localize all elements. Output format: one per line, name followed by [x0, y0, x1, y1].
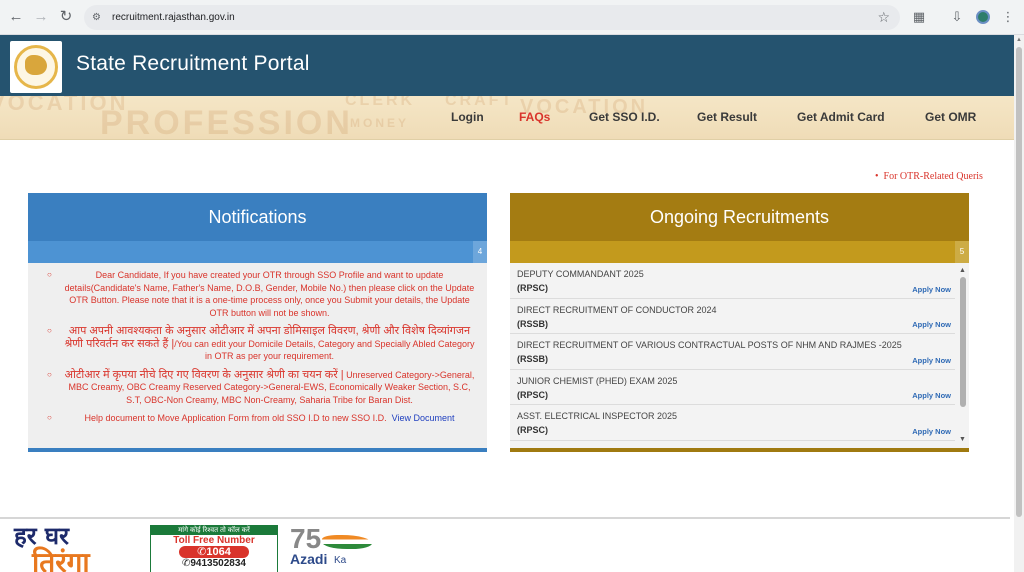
har-ghar-tiranga-banner[interactable]: हर घर तिरंगा [14, 523, 144, 572]
bullet-icon: • [875, 171, 884, 182]
phone-icon: ✆ [197, 546, 207, 558]
recruitment-row: ASST. ELECTRICAL INSPECTOR 2025 (RPSC) A… [510, 405, 955, 441]
notifications-count: 4 [473, 241, 487, 263]
recruitment-post: DEPUTY COMMANDANT 2025 [517, 269, 644, 279]
site-title: State Recruitment Portal [76, 52, 310, 75]
notification-item[interactable]: ○ Dear Candidate, If you have created yo… [44, 269, 477, 319]
page-scrollbar[interactable]: ▲ [1014, 35, 1024, 572]
address-bar[interactable]: ⚙ recruitment.rajasthan.gov.in ☆ [84, 5, 900, 30]
recruitments-list[interactable]: DEPUTY COMMANDANT 2025 (RPSC) Apply Now … [510, 263, 969, 445]
recruitments-subbar: 5 [510, 241, 969, 263]
extensions-icon[interactable]: ▦ [910, 8, 928, 26]
recruitment-org: (RPSC) [517, 283, 548, 293]
scroll-thumb[interactable] [960, 277, 966, 407]
recruitments-scrollbar[interactable]: ▲ ▼ [958, 267, 967, 443]
site-header: State Recruitment Portal [0, 35, 1014, 96]
recruitments-panel: Ongoing Recruitments 5 DEPUTY COMMANDANT… [510, 193, 969, 452]
menu-background-word: CLERK [345, 96, 416, 109]
recruitments-count: 5 [955, 241, 969, 263]
menu-item-get-admit-card[interactable]: Get Admit Card [797, 110, 885, 124]
azadi-ka-word: Ka [334, 555, 347, 566]
recruitment-org: (RPSC) [517, 425, 548, 435]
tollfree-number-text: 1064 [206, 546, 231, 558]
bullet-icon: ○ [47, 270, 52, 279]
notification-item[interactable]: ○ ओटीआर में कृपया नीचे दिए गए विवरण के अ… [44, 369, 477, 407]
menu-background-word: PROFESSION [100, 104, 353, 140]
footer-banners: हर घर तिरंगा मांगे कोई रिश्वत तो कॉल करे… [0, 517, 1010, 572]
browser-toolbar: ← → ↻ ⚙ recruitment.rajasthan.gov.in ☆ ▦… [0, 0, 1024, 35]
view-document-link[interactable]: View Document [392, 413, 455, 423]
scroll-up-icon[interactable]: ▲ [1016, 37, 1022, 43]
page-scroll-thumb[interactable] [1016, 47, 1022, 517]
menu-item-get-omr[interactable]: Get OMR [925, 110, 976, 124]
recruitment-row: DIRECT RECRUITMENT OF VARIOUS CONTRACTUA… [510, 334, 955, 370]
tollfree-phone: ✆9413502834 [151, 558, 277, 570]
bullet-icon: ○ [47, 369, 52, 379]
notifications-list: ○ Dear Candidate, If you have created yo… [28, 263, 487, 425]
tricolor-flag-icon [322, 535, 372, 549]
site-info-icon[interactable]: ⚙ [92, 11, 105, 24]
download-icon[interactable]: ⇩ [948, 8, 966, 26]
notification-text[interactable]: Help document to Move Application Form f… [84, 413, 386, 423]
url-text[interactable]: recruitment.rajasthan.gov.in [112, 5, 235, 30]
rajasthan-logo[interactable] [10, 41, 62, 93]
bullet-icon: ○ [47, 413, 52, 422]
scroll-up-icon[interactable]: ▲ [959, 267, 966, 274]
tiranga-line2: तिरंगा [32, 546, 90, 572]
back-arrow-icon[interactable]: ← [6, 7, 26, 27]
menu-item-faqs[interactable]: FAQs [519, 110, 550, 124]
notifications-panel: Notifications 4 ○ Dear Candidate, If you… [28, 193, 487, 452]
notification-item[interactable]: ○ Help document to Move Application Form… [44, 412, 477, 425]
bookmark-star-icon[interactable]: ☆ [877, 5, 890, 30]
scroll-down-icon[interactable]: ▼ [959, 436, 966, 443]
anti-corruption-banner[interactable]: मांगे कोई रिश्वत तो कॉल करें Toll Free N… [150, 525, 278, 572]
tollfree-top-text: मांगे कोई रिश्वत तो कॉल करें [151, 526, 277, 535]
recruitment-org: (RSSB) [517, 318, 548, 329]
menu-background-word: CRAFT [445, 96, 515, 109]
azadi-word: Azadi [290, 551, 328, 567]
tollfree-label: Toll Free Number [173, 535, 255, 546]
main-menu: VOCATION PROFESSION CLERK MONEY CRAFT VO… [0, 96, 1014, 140]
reload-icon[interactable]: ↻ [56, 7, 76, 27]
menu-kebab-icon[interactable]: ⋮ [999, 8, 1017, 26]
rajasthan-map-icon [25, 55, 47, 75]
notification-text[interactable]: /You can edit your Domicile Details, Cat… [174, 339, 474, 362]
menu-item-get-sso-id[interactable]: Get SSO I.D. [589, 110, 660, 124]
tollfree-number: ✆1064 [179, 546, 249, 558]
recruitment-post: DIRECT RECRUITMENT OF VARIOUS CONTRACTUA… [517, 340, 902, 350]
web-page: State Recruitment Portal VOCATION PROFES… [0, 35, 1014, 572]
recruitment-row: DEPUTY COMMANDANT 2025 (RPSC) Apply Now [510, 263, 955, 299]
apply-now-link[interactable]: Apply Now [912, 285, 951, 294]
notification-hindi-text[interactable]: ओटीआर में कृपया नीचे दिए गए विवरण के अनु… [65, 369, 344, 381]
notification-item[interactable]: ○ आप अपनी आवश्यकता के अनुसार ओटीआर में अ… [44, 325, 477, 363]
recruitment-org: (RPSC) [517, 389, 548, 400]
tollfree-phone-text: 9413502834 [190, 558, 246, 569]
notification-text[interactable]: Dear Candidate, If you have created your… [65, 270, 475, 318]
apply-now-link[interactable]: Apply Now [912, 427, 951, 436]
apply-now-link[interactable]: Apply Now [912, 391, 951, 400]
recruitment-org: (RSSB) [517, 354, 548, 364]
apply-now-link[interactable]: Apply Now [912, 320, 951, 329]
recruitment-post: JUNIOR CHEMIST (PHED) EXAM 2025 [517, 375, 678, 386]
notifications-subbar: 4 [28, 241, 487, 263]
forward-arrow-icon[interactable]: → [31, 7, 51, 27]
recruitment-row: JUNIOR CHEMIST (PHED) EXAM 2025 (RPSC) A… [510, 370, 955, 405]
recruitment-row: DIRECT RECRUITMENT OF CONDUCTOR 2024 (RS… [510, 299, 955, 334]
apply-now-link[interactable]: Apply Now [912, 356, 951, 365]
profile-avatar[interactable] [976, 10, 990, 24]
bullet-icon: ○ [47, 326, 52, 335]
azadi-ka-amrit-mahotsav-banner[interactable]: 75 Azadi Ka [286, 523, 416, 572]
menu-item-login[interactable]: Login [451, 110, 484, 124]
recruitments-title: Ongoing Recruitments [510, 193, 969, 241]
recruitment-post: DIRECT RECRUITMENT OF CONDUCTOR 2024 [517, 304, 717, 315]
notifications-title: Notifications [28, 193, 487, 241]
menu-item-get-result[interactable]: Get Result [697, 110, 757, 124]
otr-query-text[interactable]: For OTR-Related Queris [884, 171, 983, 182]
recruitment-post: ASST. ELECTRICAL INSPECTOR 2025 [517, 411, 678, 421]
otr-query-link[interactable]: • For OTR-Related Queris [875, 171, 983, 182]
menu-background-word: MONEY [350, 116, 410, 130]
